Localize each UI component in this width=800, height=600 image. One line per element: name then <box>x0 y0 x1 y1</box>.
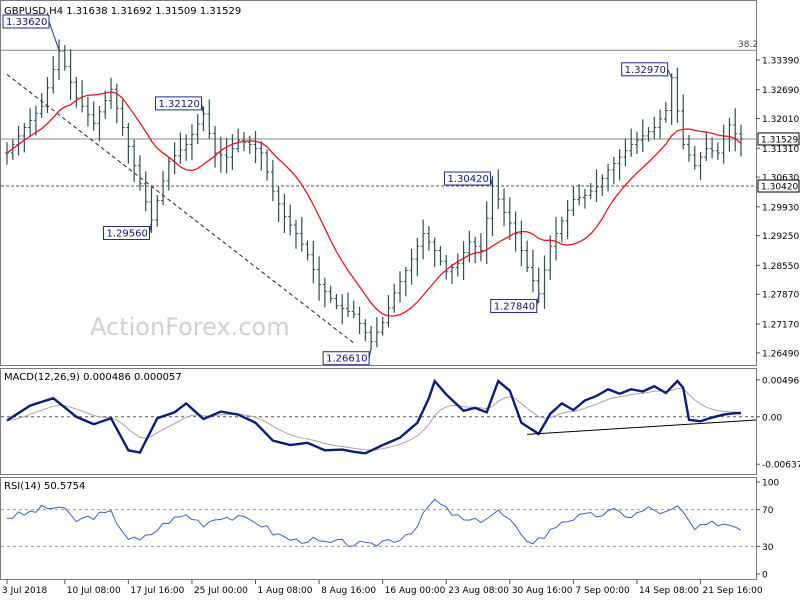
x-tick-label: 25 Jul 00:00 <box>194 586 248 596</box>
macd-panel: MACD(12,26,9) 0.000486 0.000057 0.004968… <box>0 368 800 475</box>
fib-level-label: 38.2 <box>738 40 758 50</box>
x-axis: 3 Jul 2018 10 Jul 08:00 17 Jul 16:00 25 Jul… <box>2 580 763 596</box>
y-tick-label: 30 <box>762 543 774 553</box>
x-tick-label: 3 Jul 2018 <box>2 586 47 596</box>
swing-label: 1.30420 <box>443 171 493 187</box>
macd-title: MACD(12,26,9) 0.000486 0.000057 <box>4 372 182 383</box>
swing-label-text: 1.33620 <box>6 17 47 28</box>
rsi-panel: RSI(14) 50.5754 100 70 30 0 <box>0 477 779 581</box>
rsi-y-axis: 100 70 30 0 <box>756 479 779 581</box>
x-tick-label: 8 Aug 16:00 <box>321 586 376 596</box>
y-tick-label: 1.29930 <box>762 203 799 213</box>
y-tick-label: 1.26490 <box>762 349 799 359</box>
y-tick-label: 70 <box>762 506 774 516</box>
swing-label-text: 1.32120 <box>159 99 200 110</box>
y-tick-label: 1.28550 <box>762 262 799 272</box>
swing-label-text: 1.30420 <box>447 174 488 185</box>
swing-label-text: 1.32970 <box>625 65 666 76</box>
y-tick-label: 1.29250 <box>762 232 799 242</box>
swing-label-text: 1.26610 <box>326 354 367 365</box>
swing-label-text: 1.27840 <box>494 302 535 313</box>
swing-label-text: 1.29560 <box>106 229 147 240</box>
x-tick-label: 17 Jul 16:00 <box>130 586 184 596</box>
y-tick-label: 1.31310 <box>762 145 799 155</box>
y-tick-label: 1.32010 <box>762 115 799 125</box>
y-tick-label: 1.27170 <box>762 320 799 330</box>
x-tick-label: 16 Aug 00:00 <box>385 586 446 596</box>
y-tick-label: -0.006372 <box>762 461 800 471</box>
y-tick-label: 0 <box>762 571 768 581</box>
price-tag: 1.31529 <box>757 132 800 146</box>
gbpusd-h4-chart: GBPUSD,H4 1.31638 1.31692 1.31509 1.3152… <box>0 0 800 596</box>
y-tick-label: 1.27870 <box>762 291 799 301</box>
x-tick-label: 7 Sep 00:00 <box>575 586 630 596</box>
rsi-title: RSI(14) 50.5754 <box>4 481 85 492</box>
swing-label: 1.32970 <box>621 62 673 79</box>
y-tick-label: 0.00 <box>762 413 782 423</box>
y-tick-label: 1.33390 <box>762 56 799 66</box>
y-tick-label: 1.32690 <box>762 86 799 96</box>
rsi-frame <box>0 477 757 580</box>
price-y-axis: 1.333901.326901.320101.313101.306301.299… <box>756 56 800 359</box>
y-tick-label: 100 <box>762 479 779 489</box>
y-tick-label: 0.004968 <box>762 376 800 386</box>
x-tick-label: 23 Aug 08:00 <box>448 586 509 596</box>
price-panel: GBPUSD,H4 1.31638 1.31692 1.31509 1.3152… <box>0 0 800 366</box>
price-tag-text: 1.31529 <box>761 135 798 145</box>
price-tag-text: 1.30420 <box>761 183 798 193</box>
x-tick-label: 21 Sep 16:00 <box>703 586 763 596</box>
macd-y-axis: 0.004968 0.00 -0.006372 <box>756 376 800 471</box>
x-tick-label: 1 Aug 08:00 <box>258 586 313 596</box>
x-tick-label: 14 Sep 08:00 <box>639 586 699 596</box>
watermark: ActionForex.com <box>90 313 290 341</box>
x-tick-label: 10 Jul 08:00 <box>67 586 121 596</box>
x-tick-label: 30 Aug 16:00 <box>512 586 573 596</box>
price-tag: 1.30420 <box>757 179 800 193</box>
